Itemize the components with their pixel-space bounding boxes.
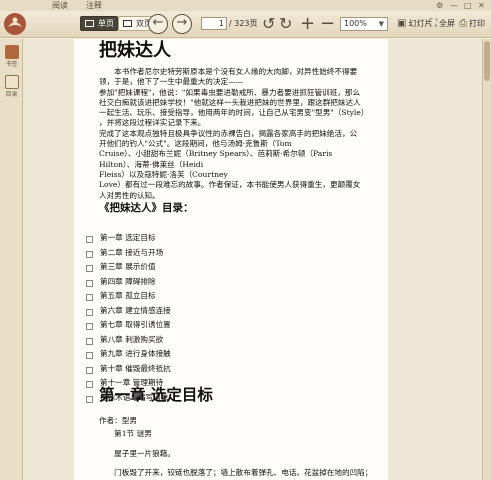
settings-icon[interactable]: ⚙ — [436, 0, 443, 11]
toc-item[interactable]: 第七章 取得引诱位置 — [86, 318, 368, 333]
slideshow-label: 幻灯片 — [408, 19, 433, 28]
toc-item[interactable]: 第五章 孤立目标 — [86, 289, 368, 304]
print-button[interactable]: ⎙ 打印 — [459, 17, 485, 31]
intro-paragraph: 本书作者尼尔史特劳斯原本是个没有女人缘的大肉脚，对异性始终不得要 领，于是，他下了… — [99, 67, 383, 201]
prev-page-button[interactable]: ← — [148, 14, 168, 34]
fullscreen-button[interactable]: ⛶ 全屏 — [430, 17, 455, 31]
rotate-right-icon[interactable]: ↻ — [279, 14, 292, 34]
arrow-right-icon: → — [176, 15, 188, 30]
bookmark-icon — [4, 45, 19, 59]
intro-line: 开他们的钓人"公式"。这段期间，他与汤姆·克鲁斯（Tom — [99, 139, 292, 149]
sidebar-toc-label: 目录 — [5, 91, 18, 98]
fullscreen-icon: ⛶ — [430, 18, 437, 29]
intro-line: 人对男性的认知。 — [99, 190, 160, 200]
toc-item[interactable]: 第四章 障碍排除 — [86, 275, 368, 290]
sidebar: 书签 目录 — [0, 39, 23, 480]
slideshow-button[interactable]: ▣ 幻灯片 — [397, 17, 432, 31]
minimize-icon[interactable]: — — [450, 0, 458, 11]
toc-item[interactable]: 第二章 接近与开场 — [86, 246, 368, 261]
chevron-down-icon: ▼ — [378, 20, 384, 28]
sidebar-item-bookmarks[interactable]: 书签 — [1, 43, 22, 71]
intro-line: 参加"把妹课程"，他说："如果毒虫要进勒戒所、暴力者要进抓狂管训班，那么 — [99, 87, 361, 97]
single-page-icon — [85, 20, 94, 27]
toc-item[interactable]: 第三章 展示价值 — [86, 260, 368, 275]
zoom-value: 100% — [344, 19, 367, 28]
scrollbar-thumb[interactable] — [484, 41, 490, 81]
page-number-input[interactable]: 1 — [201, 17, 227, 30]
close-icon[interactable]: ✕ — [478, 0, 485, 11]
intro-line: Hilton）、海蒂·佛莱丝（Heidi — [99, 159, 204, 169]
document-title: 把妹达人 — [99, 40, 171, 61]
printer-icon: ⎙ — [459, 18, 467, 29]
vertical-scrollbar[interactable] — [482, 39, 491, 480]
document-viewport[interactable]: 把妹达人 本书作者尼尔史特劳斯原本是个没有女人缘的大肉脚，对异性始终不得要 领，于… — [23, 39, 482, 480]
body-line: 屋子里一片狼藉。 — [99, 449, 175, 458]
toc-list: 第一章 选定目标 第二章 接近与开场 第三章 展示价值 第四章 障碍排除 第五章 孤立目… — [86, 231, 368, 405]
menu-bar: 阅读 注释 ⚙ — □ ✕ — [0, 0, 491, 11]
body-line: 门板毁了开来，铰链也脱落了；墙上散布着弹孔、电话、花盆掉在地的凹陷； — [99, 468, 373, 478]
intro-line: 完成了这本观点独特且极具争议性的赤裸告白，揭露各家高手的把妹绝活，公 — [99, 128, 358, 138]
toc-item[interactable]: 第一章 选定目标 — [86, 231, 368, 246]
rotate-left-icon[interactable]: ↺ — [262, 14, 275, 34]
toc-item[interactable]: 第十章 催毁最终抵抗 — [86, 362, 368, 377]
toc-item[interactable]: 第六章 建立情感连接 — [86, 304, 368, 319]
sidebar-item-toc[interactable]: 目录 — [1, 73, 22, 101]
intro-line: 本书作者尼尔史特劳斯原本是个没有女人缘的大肉脚，对异性始终不得要 — [99, 67, 358, 76]
single-page-button[interactable]: 单页 — [80, 16, 118, 31]
toc-item[interactable]: 第八章 刺激购买欲 — [86, 333, 368, 348]
intro-line: 领，于是，他下了一生中最重大的决定—— — [99, 77, 244, 87]
intro-line: Cruise）、小甜甜布兰妮（Britney Spears）、芭莉斯·希尔顿（P… — [99, 149, 333, 159]
page-total: / 323页 — [229, 19, 258, 28]
intro-line: Love）都有过一段难忘的故事。作者保证，本书能使男人获得重生，更颠覆女 — [99, 180, 361, 190]
author-line: 作者：型男 — [99, 416, 137, 425]
print-label: 打印 — [469, 19, 485, 28]
document-page: 把妹达人 本书作者尼尔史特劳斯原本是个没有女人缘的大肉脚，对异性始终不得要 领，于… — [74, 39, 388, 480]
fullscreen-label: 全屏 — [439, 19, 455, 28]
intro-line: 一起生活、玩乐、接受指导，他用两年的时间，让自己从宅男变"型男"（Style） — [99, 108, 369, 118]
arrow-left-icon: ← — [152, 15, 164, 30]
toc-item[interactable]: 第九章 进行身体接触 — [86, 347, 368, 362]
toolbar: 单页 双页 ← → 1 / 323页 ↺ ↻ + − 100% ▼ ▣ 幻灯片 ⛶… — [0, 11, 491, 38]
intro-line: ，并将这段过程详实记录下来。 — [99, 118, 206, 128]
toc-heading: 《把妹达人》目录： — [99, 202, 194, 214]
zoom-select[interactable]: 100% ▼ — [340, 17, 388, 31]
section-line: 第1节 谜男 — [99, 429, 152, 438]
zoom-out-icon[interactable]: − — [320, 14, 335, 34]
zoom-in-icon[interactable]: + — [300, 14, 315, 34]
app-logo-icon — [4, 13, 26, 35]
chapter-heading: 第一章 选定目标 — [99, 386, 213, 404]
intro-line: 社交白痴就该进把妹学校！"他就这样一头栽进把妹的世界里，跟这群把妹达人 — [99, 97, 361, 107]
intro-line: Fleiss）以及寇特妮·洛芙（Courtney — [99, 169, 228, 179]
menu-notes[interactable]: 注释 — [86, 0, 102, 11]
maximize-icon[interactable]: □ — [464, 0, 472, 11]
body-paragraph: 屋子里一片狼藉。 门板毁了开来，铰链也脱落了；墙上散布着弹孔、电话、花盆掉在地的… — [99, 449, 388, 480]
double-page-icon — [123, 20, 132, 27]
sidebar-bookmarks-label: 书签 — [5, 61, 18, 68]
single-page-label: 单页 — [98, 19, 114, 28]
menu-read[interactable]: 阅读 — [52, 0, 68, 11]
next-page-button[interactable]: → — [172, 14, 192, 34]
toc-icon — [4, 75, 19, 89]
slideshow-icon: ▣ — [397, 18, 407, 29]
